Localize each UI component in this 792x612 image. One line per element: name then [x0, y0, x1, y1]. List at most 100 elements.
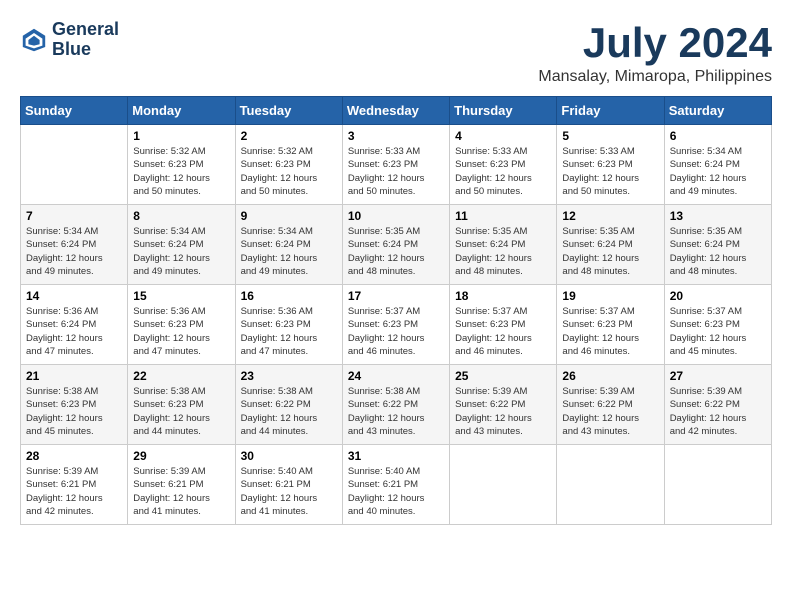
day-info: Sunrise: 5:32 AM Sunset: 6:23 PM Dayligh… [241, 145, 337, 198]
calendar-cell: 26 Sunrise: 5:39 AM Sunset: 6:22 PM Dayli… [557, 365, 664, 445]
day-info: Sunrise: 5:33 AM Sunset: 6:23 PM Dayligh… [455, 145, 551, 198]
calendar-week-row: 14Sunrise: 5:36 AM Sunset: 6:24 PM Dayli… [21, 285, 772, 365]
weekday-header-sunday: Sunday [21, 97, 128, 125]
day-info: Sunrise: 5:38 AM Sunset: 6:23 PM Dayligh… [133, 385, 229, 438]
calendar-cell: 20Sunrise: 5:37 AM Sunset: 6:23 PM Dayli… [664, 285, 771, 365]
calendar-cell: 11 Sunrise: 5:35 AM Sunset: 6:24 PM Dayli… [450, 205, 557, 285]
day-info: Sunrise: 5:39 AM Sunset: 6:21 PM Dayligh… [26, 465, 122, 518]
day-info: Sunrise: 5:36 AM Sunset: 6:23 PM Dayligh… [133, 305, 229, 358]
day-info: Sunrise: 5:39 AM Sunset: 6:21 PM Dayligh… [133, 465, 229, 518]
day-number: 20 [670, 289, 766, 303]
day-number: 23 [241, 369, 337, 383]
calendar-cell: 6Sunrise: 5:34 AM Sunset: 6:24 PM Daylig… [664, 125, 771, 205]
day-info: Sunrise: 5:34 AM Sunset: 6:24 PM Dayligh… [133, 225, 229, 278]
day-number: 12 [562, 209, 658, 223]
day-number: 10 [348, 209, 444, 223]
weekday-header-saturday: Saturday [664, 97, 771, 125]
day-info: Sunrise: 5:38 AM Sunset: 6:22 PM Dayligh… [241, 385, 337, 438]
calendar-cell: 8 Sunrise: 5:34 AM Sunset: 6:24 PM Daylig… [128, 205, 235, 285]
day-info: Sunrise: 5:35 AM Sunset: 6:24 PM Dayligh… [670, 225, 766, 278]
day-number: 11 [455, 209, 551, 223]
day-number: 31 [348, 449, 444, 463]
calendar-week-row: 21 Sunrise: 5:38 AM Sunset: 6:23 PM Dayli… [21, 365, 772, 445]
calendar-cell: 29 Sunrise: 5:39 AM Sunset: 6:21 PM Dayli… [128, 445, 235, 525]
calendar-cell: 27 Sunrise: 5:39 AM Sunset: 6:22 PM Dayli… [664, 365, 771, 445]
calendar-cell: 17 Sunrise: 5:37 AM Sunset: 6:23 PM Dayli… [342, 285, 449, 365]
day-number: 28 [26, 449, 122, 463]
day-number: 26 [562, 369, 658, 383]
weekday-header-row: SundayMondayTuesdayWednesdayThursdayFrid… [21, 97, 772, 125]
logo-icon [20, 26, 48, 54]
day-number: 9 [241, 209, 337, 223]
logo-text: General Blue [52, 20, 119, 60]
calendar-week-row: 1 Sunrise: 5:32 AM Sunset: 6:23 PM Daylig… [21, 125, 772, 205]
calendar-cell: 30 Sunrise: 5:40 AM Sunset: 6:21 PM Dayli… [235, 445, 342, 525]
location-subtitle: Mansalay, Mimaropa, Philippines [538, 68, 772, 86]
day-number: 4 [455, 129, 551, 143]
day-info: Sunrise: 5:32 AM Sunset: 6:23 PM Dayligh… [133, 145, 229, 198]
day-number: 2 [241, 129, 337, 143]
weekday-header-friday: Friday [557, 97, 664, 125]
calendar-cell: 4 Sunrise: 5:33 AM Sunset: 6:23 PM Daylig… [450, 125, 557, 205]
calendar-cell: 9 Sunrise: 5:34 AM Sunset: 6:24 PM Daylig… [235, 205, 342, 285]
day-info: Sunrise: 5:33 AM Sunset: 6:23 PM Dayligh… [562, 145, 658, 198]
day-number: 14 [26, 289, 122, 303]
day-number: 24 [348, 369, 444, 383]
calendar-cell: 2 Sunrise: 5:32 AM Sunset: 6:23 PM Daylig… [235, 125, 342, 205]
day-number: 16 [241, 289, 337, 303]
weekday-header-thursday: Thursday [450, 97, 557, 125]
day-number: 13 [670, 209, 766, 223]
calendar-cell: 15 Sunrise: 5:36 AM Sunset: 6:23 PM Dayli… [128, 285, 235, 365]
day-number: 27 [670, 369, 766, 383]
day-number: 18 [455, 289, 551, 303]
day-number: 15 [133, 289, 229, 303]
day-info: Sunrise: 5:40 AM Sunset: 6:21 PM Dayligh… [241, 465, 337, 518]
day-info: Sunrise: 5:39 AM Sunset: 6:22 PM Dayligh… [455, 385, 551, 438]
calendar-cell: 7 Sunrise: 5:34 AM Sunset: 6:24 PM Daylig… [21, 205, 128, 285]
calendar-cell: 3 Sunrise: 5:33 AM Sunset: 6:23 PM Daylig… [342, 125, 449, 205]
calendar-cell: 25 Sunrise: 5:39 AM Sunset: 6:22 PM Dayli… [450, 365, 557, 445]
calendar-week-row: 7 Sunrise: 5:34 AM Sunset: 6:24 PM Daylig… [21, 205, 772, 285]
day-info: Sunrise: 5:34 AM Sunset: 6:24 PM Dayligh… [241, 225, 337, 278]
calendar-cell: 23 Sunrise: 5:38 AM Sunset: 6:22 PM Dayli… [235, 365, 342, 445]
title-section: July 2024 Mansalay, Mimaropa, Philippine… [538, 20, 772, 86]
day-number: 5 [562, 129, 658, 143]
day-number: 3 [348, 129, 444, 143]
calendar-cell: 21Sunrise: 5:38 AM Sunset: 6:23 PM Dayli… [21, 365, 128, 445]
calendar-cell: 19Sunrise: 5:37 AM Sunset: 6:23 PM Dayli… [557, 285, 664, 365]
calendar-cell: 24Sunrise: 5:38 AM Sunset: 6:22 PM Dayli… [342, 365, 449, 445]
calendar-cell: 1 Sunrise: 5:32 AM Sunset: 6:23 PM Daylig… [128, 125, 235, 205]
day-number: 1 [133, 129, 229, 143]
calendar-cell: 18 Sunrise: 5:37 AM Sunset: 6:23 PM Dayli… [450, 285, 557, 365]
calendar-cell: 14Sunrise: 5:36 AM Sunset: 6:24 PM Dayli… [21, 285, 128, 365]
day-info: Sunrise: 5:34 AM Sunset: 6:24 PM Dayligh… [670, 145, 766, 198]
day-info: Sunrise: 5:39 AM Sunset: 6:22 PM Dayligh… [670, 385, 766, 438]
month-year-title: July 2024 [538, 20, 772, 66]
calendar-cell [557, 445, 664, 525]
day-number: 7 [26, 209, 122, 223]
day-info: Sunrise: 5:33 AM Sunset: 6:23 PM Dayligh… [348, 145, 444, 198]
calendar-cell: 22 Sunrise: 5:38 AM Sunset: 6:23 PM Dayli… [128, 365, 235, 445]
day-number: 29 [133, 449, 229, 463]
day-info: Sunrise: 5:36 AM Sunset: 6:23 PM Dayligh… [241, 305, 337, 358]
logo: General Blue [20, 20, 119, 60]
calendar-table: SundayMondayTuesdayWednesdayThursdayFrid… [20, 96, 772, 525]
day-number: 21 [26, 369, 122, 383]
calendar-cell [450, 445, 557, 525]
day-info: Sunrise: 5:37 AM Sunset: 6:23 PM Dayligh… [348, 305, 444, 358]
day-number: 17 [348, 289, 444, 303]
day-info: Sunrise: 5:37 AM Sunset: 6:23 PM Dayligh… [562, 305, 658, 358]
calendar-cell: 5 Sunrise: 5:33 AM Sunset: 6:23 PM Daylig… [557, 125, 664, 205]
calendar-week-row: 28 Sunrise: 5:39 AM Sunset: 6:21 PM Dayli… [21, 445, 772, 525]
calendar-cell [664, 445, 771, 525]
page-header: General Blue July 2024 Mansalay, Mimarop… [20, 20, 772, 86]
day-number: 30 [241, 449, 337, 463]
day-info: Sunrise: 5:35 AM Sunset: 6:24 PM Dayligh… [455, 225, 551, 278]
day-number: 22 [133, 369, 229, 383]
weekday-header-tuesday: Tuesday [235, 97, 342, 125]
day-info: Sunrise: 5:39 AM Sunset: 6:22 PM Dayligh… [562, 385, 658, 438]
day-info: Sunrise: 5:37 AM Sunset: 6:23 PM Dayligh… [455, 305, 551, 358]
day-number: 8 [133, 209, 229, 223]
day-info: Sunrise: 5:34 AM Sunset: 6:24 PM Dayligh… [26, 225, 122, 278]
day-number: 25 [455, 369, 551, 383]
